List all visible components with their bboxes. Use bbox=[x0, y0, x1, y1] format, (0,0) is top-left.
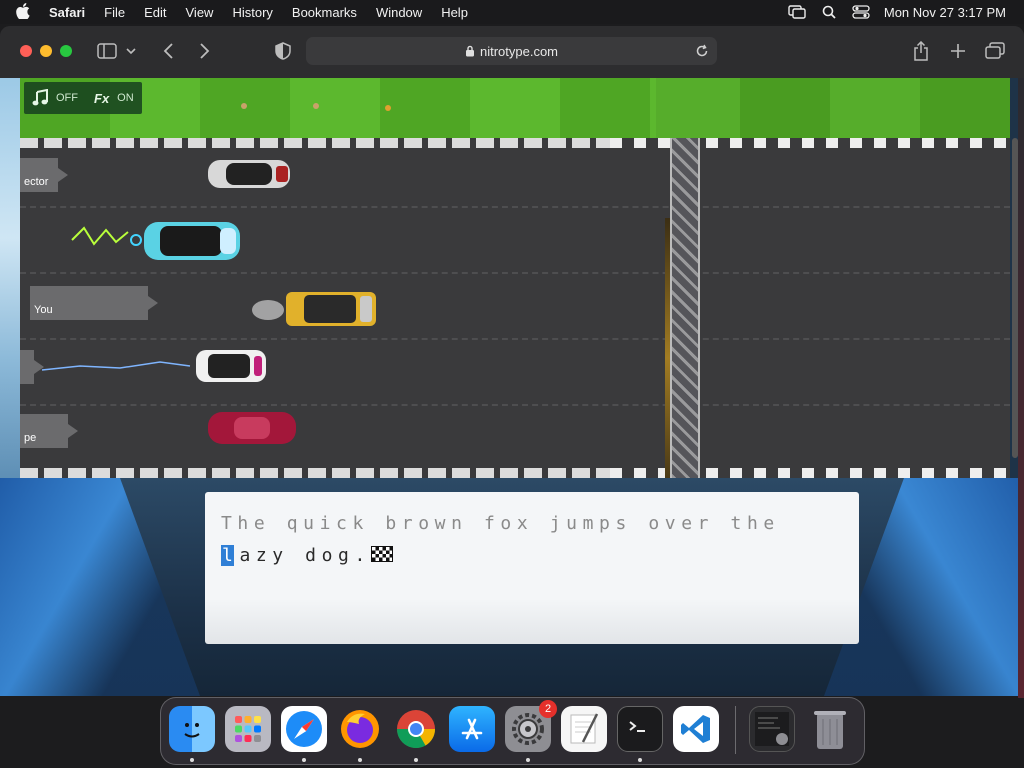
control-center-icon[interactable] bbox=[852, 5, 870, 19]
sidebar-toggle-icon[interactable] bbox=[96, 40, 118, 62]
app-store-icon[interactable] bbox=[449, 706, 495, 752]
race-dashboard: The quick brown fox jumps over the l azy … bbox=[0, 478, 1024, 696]
firefox-icon[interactable] bbox=[337, 706, 383, 752]
scenery-left bbox=[0, 78, 20, 478]
remaining-text: azy dog. bbox=[239, 545, 371, 566]
settings-running-dot bbox=[526, 758, 530, 762]
lane-divider bbox=[20, 404, 1010, 406]
settings-notification-badge: 2 bbox=[539, 700, 557, 718]
racer-car-5 bbox=[208, 412, 296, 444]
racer-tag-4 bbox=[20, 350, 44, 384]
dock-separator bbox=[735, 706, 736, 754]
safari-window: nitrotype.com OFF Fx ON ector You pe The… bbox=[0, 26, 1024, 696]
safari-toolbar: nitrotype.com bbox=[0, 26, 1024, 79]
forward-chevron-icon[interactable] bbox=[193, 40, 215, 62]
lock-icon bbox=[465, 45, 475, 57]
minimized-window-thumbnail[interactable] bbox=[749, 706, 795, 752]
track-grass bbox=[20, 78, 1010, 138]
racer-car-you bbox=[252, 292, 376, 326]
dashboard-wing-left bbox=[0, 478, 200, 696]
web-content: OFF Fx ON ector You pe The quick brown f… bbox=[0, 78, 1024, 696]
racer-tag-1: ector bbox=[20, 158, 68, 192]
reload-icon[interactable] bbox=[695, 44, 709, 58]
menu-history[interactable]: History bbox=[232, 5, 272, 20]
launchpad-icon[interactable] bbox=[225, 706, 271, 752]
terminal-icon[interactable] bbox=[617, 706, 663, 752]
typing-area[interactable]: The quick brown fox jumps over the l azy … bbox=[205, 492, 859, 644]
music-toggle[interactable]: OFF bbox=[56, 92, 78, 104]
racer-car-4 bbox=[41, 350, 266, 382]
fx-label[interactable]: Fx bbox=[94, 91, 109, 106]
tab-overview-icon[interactable] bbox=[984, 40, 1006, 62]
menu-clock[interactable]: Mon Nov 27 3:17 PM bbox=[884, 5, 1006, 20]
fx-toggle[interactable]: ON bbox=[117, 92, 134, 104]
grass-flowers bbox=[241, 78, 1010, 138]
menu-app-name[interactable]: Safari bbox=[49, 5, 85, 20]
menu-bookmarks[interactable]: Bookmarks bbox=[292, 5, 357, 20]
new-tab-plus-icon[interactable] bbox=[947, 40, 969, 62]
finish-gantry bbox=[670, 138, 700, 478]
finder-running-dot bbox=[190, 758, 194, 762]
race-track: ector You pe bbox=[20, 138, 1010, 498]
safari-icon[interactable] bbox=[281, 706, 327, 752]
system-settings-gear-icon[interactable]: 2 bbox=[505, 700, 557, 752]
screen-mirroring-icon[interactable] bbox=[788, 5, 806, 19]
vscode-icon[interactable] bbox=[673, 706, 719, 752]
menu-edit[interactable]: Edit bbox=[144, 5, 166, 20]
typing-text: The quick brown fox jumps over the l azy … bbox=[221, 508, 843, 572]
finder-icon[interactable] bbox=[169, 706, 215, 752]
address-bar[interactable]: nitrotype.com bbox=[306, 37, 717, 65]
racer-car-2 bbox=[71, 222, 240, 260]
menu-file[interactable]: File bbox=[104, 5, 125, 20]
checkered-flag-icon bbox=[370, 546, 393, 562]
lane-divider bbox=[20, 338, 1010, 340]
textedit-icon[interactable] bbox=[561, 706, 607, 752]
url-text[interactable]: nitrotype.com bbox=[480, 44, 558, 59]
firefox-running-dot bbox=[358, 758, 362, 762]
spotlight-search-icon[interactable] bbox=[820, 5, 838, 19]
desktop-edge bbox=[1018, 78, 1024, 698]
terminal-running-dot bbox=[638, 758, 642, 762]
trash-icon[interactable] bbox=[807, 706, 853, 752]
racer-car-1 bbox=[208, 160, 290, 188]
dock: 2 bbox=[160, 697, 865, 765]
menu-help[interactable]: Help bbox=[441, 5, 468, 20]
lane-divider bbox=[20, 206, 1010, 208]
menu-bar: Safari File Edit View History Bookmarks … bbox=[0, 0, 1024, 24]
safari-running-dot bbox=[302, 758, 306, 762]
share-icon[interactable] bbox=[910, 40, 932, 62]
minimize-window-button[interactable] bbox=[40, 45, 52, 57]
chrome-running-dot bbox=[414, 758, 418, 762]
menu-window[interactable]: Window bbox=[376, 5, 422, 20]
sound-controls: OFF Fx ON bbox=[24, 82, 142, 114]
apple-icon[interactable] bbox=[16, 2, 30, 22]
back-chevron-icon[interactable] bbox=[158, 40, 180, 62]
tab-group-chevron-down-icon[interactable] bbox=[124, 40, 138, 62]
music-note-icon[interactable] bbox=[32, 89, 48, 107]
close-window-button[interactable] bbox=[20, 45, 32, 57]
lane-divider bbox=[20, 272, 1010, 274]
typed-text: The quick brown fox jumps over the bbox=[221, 513, 780, 534]
chrome-icon[interactable] bbox=[393, 706, 439, 752]
privacy-shield-icon[interactable] bbox=[272, 40, 294, 62]
zoom-window-button[interactable] bbox=[60, 45, 72, 57]
current-letter: l bbox=[221, 545, 234, 566]
racer-tag-5: pe bbox=[20, 414, 78, 448]
racer-tag-you: You bbox=[30, 286, 158, 320]
menu-view[interactable]: View bbox=[186, 5, 214, 20]
